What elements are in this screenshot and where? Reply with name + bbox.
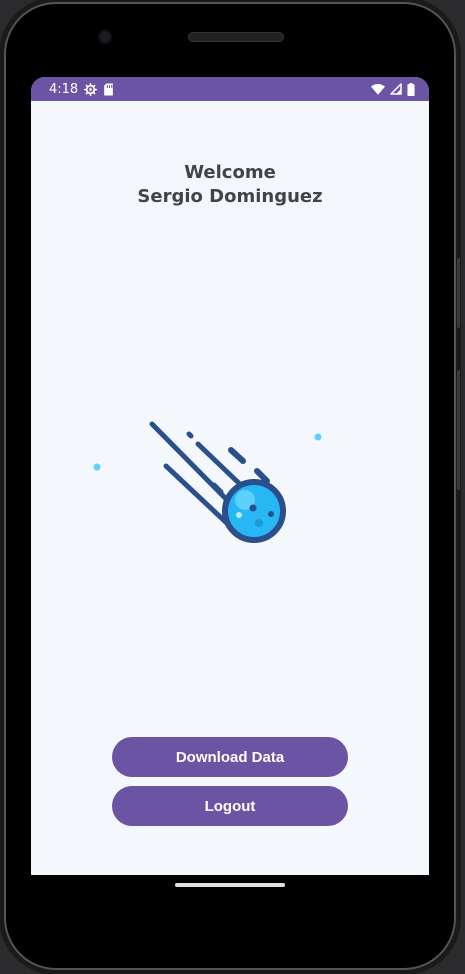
comet-crater: [236, 512, 242, 518]
comet-crater: [255, 519, 263, 527]
sparkle-dot: [314, 433, 322, 441]
comet-trail: [195, 441, 248, 492]
logout-button[interactable]: Logout: [112, 786, 348, 826]
power-button: [457, 258, 460, 328]
navigation-bar: [31, 875, 429, 907]
app-screen: 4:18 Welcome Sergio Dominguez Download D…: [31, 77, 429, 875]
earpiece-speaker: [188, 32, 284, 42]
comet-crater: [249, 504, 257, 512]
sparkle-dot: [93, 463, 101, 471]
comet-trail: [228, 447, 246, 464]
volume-button: [457, 370, 460, 490]
home-gesture-handle[interactable]: [175, 883, 285, 887]
comet-crater: [268, 511, 274, 517]
download-data-button[interactable]: Download Data: [112, 737, 348, 777]
front-camera: [98, 30, 112, 44]
comet-trail: [186, 431, 194, 439]
